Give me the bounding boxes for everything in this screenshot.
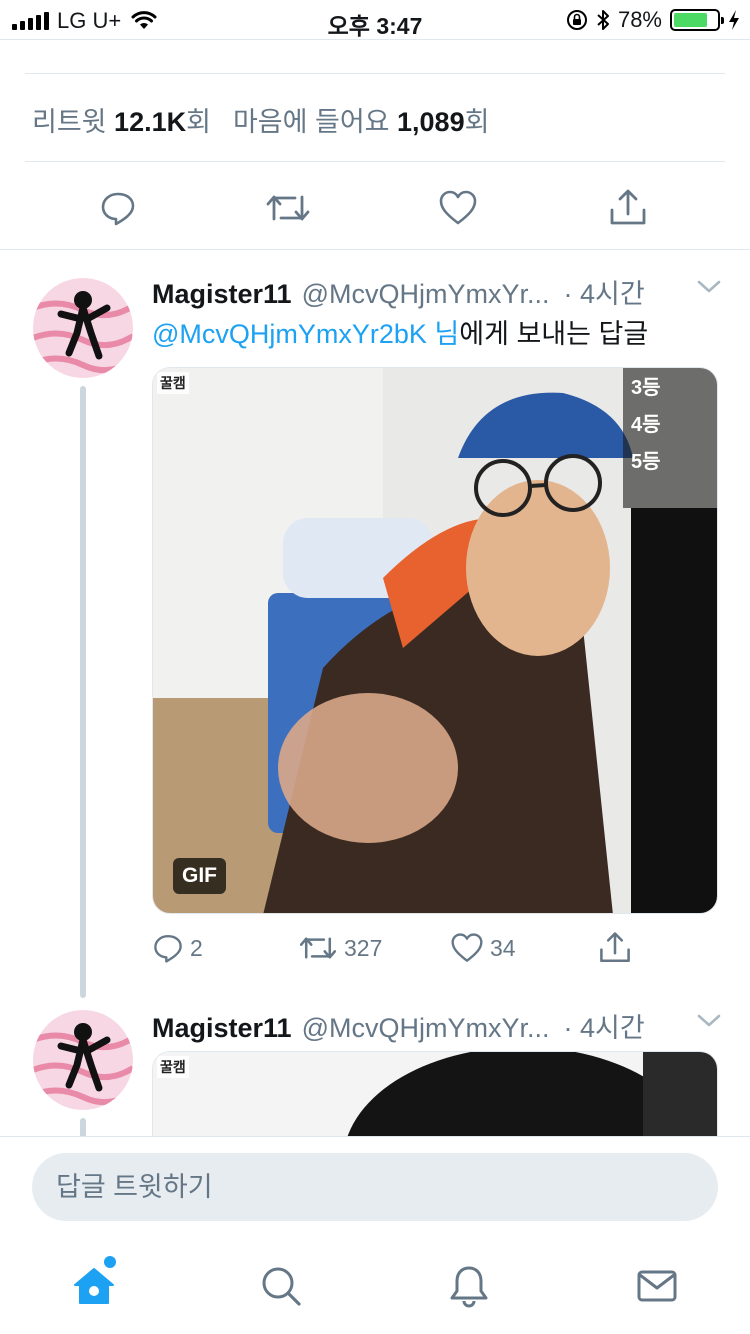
tweet-time: · 4시간 bbox=[563, 279, 645, 309]
user-handle[interactable]: @McvQHjmYmxYr... bbox=[302, 279, 550, 310]
chevron-down-icon[interactable] bbox=[696, 279, 722, 295]
tweet-media-gif[interactable]: 3등 4등 5등 꿀캠 GIF bbox=[152, 367, 718, 914]
retweet-button[interactable]: 327 bbox=[298, 928, 382, 968]
retweet-icon bbox=[299, 937, 337, 959]
share-button[interactable] bbox=[598, 180, 658, 236]
retweet-icon bbox=[266, 195, 310, 221]
like-count: 34 bbox=[490, 934, 516, 961]
avatar-image bbox=[33, 278, 133, 378]
home-icon bbox=[74, 1268, 114, 1304]
like-count: 1,089 bbox=[397, 107, 465, 137]
divider bbox=[0, 249, 750, 250]
reply-to-suffix: 에게 보내는 답글 bbox=[459, 319, 649, 349]
messages-icon bbox=[637, 1270, 677, 1302]
replying-to: @McvQHjmYmxYr2bK 님에게 보내는 답글 bbox=[152, 312, 648, 351]
like-label: 마음에 들어요 bbox=[232, 107, 390, 137]
avatar[interactable] bbox=[33, 1010, 133, 1110]
share-button[interactable] bbox=[598, 928, 632, 968]
notification-dot bbox=[104, 1256, 116, 1268]
tab-search[interactable] bbox=[251, 1258, 311, 1314]
display-name[interactable]: Magister11 bbox=[152, 1013, 292, 1044]
rank-label: 3등 bbox=[631, 377, 661, 399]
like-icon bbox=[439, 190, 477, 225]
rotation-lock-icon bbox=[566, 10, 587, 30]
reply-button[interactable]: 2 bbox=[152, 928, 203, 968]
tab-bar bbox=[0, 1240, 750, 1334]
retweet-suffix: 회 bbox=[186, 107, 211, 137]
search-icon bbox=[262, 1267, 301, 1306]
tweet-header: Magister11 @McvQHjmYmxYr... · 4시간 bbox=[152, 272, 645, 311]
reply-composer bbox=[0, 1136, 750, 1240]
bluetooth-icon bbox=[597, 10, 609, 30]
divider bbox=[25, 73, 725, 74]
main-tweet-actions bbox=[0, 180, 750, 236]
like-button[interactable]: 34 bbox=[450, 928, 516, 968]
battery-percent: 78% bbox=[617, 7, 662, 32]
reply-mention-link[interactable]: @McvQHjmYmxYr2bK 님 bbox=[152, 319, 459, 349]
rank-label: 5등 bbox=[631, 451, 661, 473]
tweet-time: · 4시간 bbox=[563, 1013, 645, 1043]
like-button[interactable] bbox=[428, 180, 488, 236]
gif-badge: GIF bbox=[173, 858, 226, 894]
tweet-header: Magister11 @McvQHjmYmxYr... · 4시간 bbox=[152, 1006, 645, 1045]
user-handle[interactable]: @McvQHjmYmxYr... bbox=[302, 1013, 550, 1044]
avatar-image bbox=[33, 1010, 133, 1110]
tweet-stats[interactable]: 리트윗 12.1K회 마음에 들어요 1,089회 bbox=[32, 100, 489, 139]
like-icon bbox=[451, 933, 483, 962]
rank-label: 4등 bbox=[631, 414, 661, 436]
status-right: 78% bbox=[566, 7, 740, 33]
battery-fill bbox=[674, 13, 707, 27]
divider bbox=[25, 161, 725, 162]
reply-input[interactable] bbox=[32, 1153, 718, 1221]
display-name[interactable]: Magister11 bbox=[152, 279, 292, 310]
retweet-count: 12.1K bbox=[114, 107, 187, 137]
media-watermark: 꿀캠 bbox=[157, 372, 189, 394]
avatar[interactable] bbox=[33, 278, 133, 378]
reply-count: 2 bbox=[190, 934, 203, 961]
share-icon bbox=[600, 932, 630, 963]
notifications-icon bbox=[450, 1266, 488, 1308]
retweet-button[interactable] bbox=[258, 180, 318, 236]
reply-button[interactable] bbox=[88, 180, 148, 236]
tweet-actions: 2 327 34 bbox=[152, 928, 718, 968]
tab-messages[interactable] bbox=[627, 1258, 687, 1314]
media-watermark: 꿀캠 bbox=[157, 1056, 189, 1078]
thread-line bbox=[80, 386, 86, 998]
reply-icon bbox=[154, 935, 182, 963]
retweet-count: 327 bbox=[344, 934, 383, 961]
like-suffix: 회 bbox=[464, 107, 490, 137]
retweet-label: 리트윗 bbox=[32, 107, 107, 137]
tab-notifications[interactable] bbox=[439, 1258, 499, 1314]
charging-icon bbox=[729, 10, 739, 30]
share-icon bbox=[610, 189, 646, 225]
reply-icon bbox=[101, 192, 135, 226]
rank-overlay: 3등 4등 5등 bbox=[631, 370, 671, 481]
status-bar: LG U+ 오후 3:47 78% bbox=[0, 0, 750, 40]
tab-home[interactable] bbox=[64, 1256, 124, 1314]
chevron-down-icon[interactable] bbox=[696, 1013, 722, 1029]
battery-icon bbox=[670, 9, 724, 31]
